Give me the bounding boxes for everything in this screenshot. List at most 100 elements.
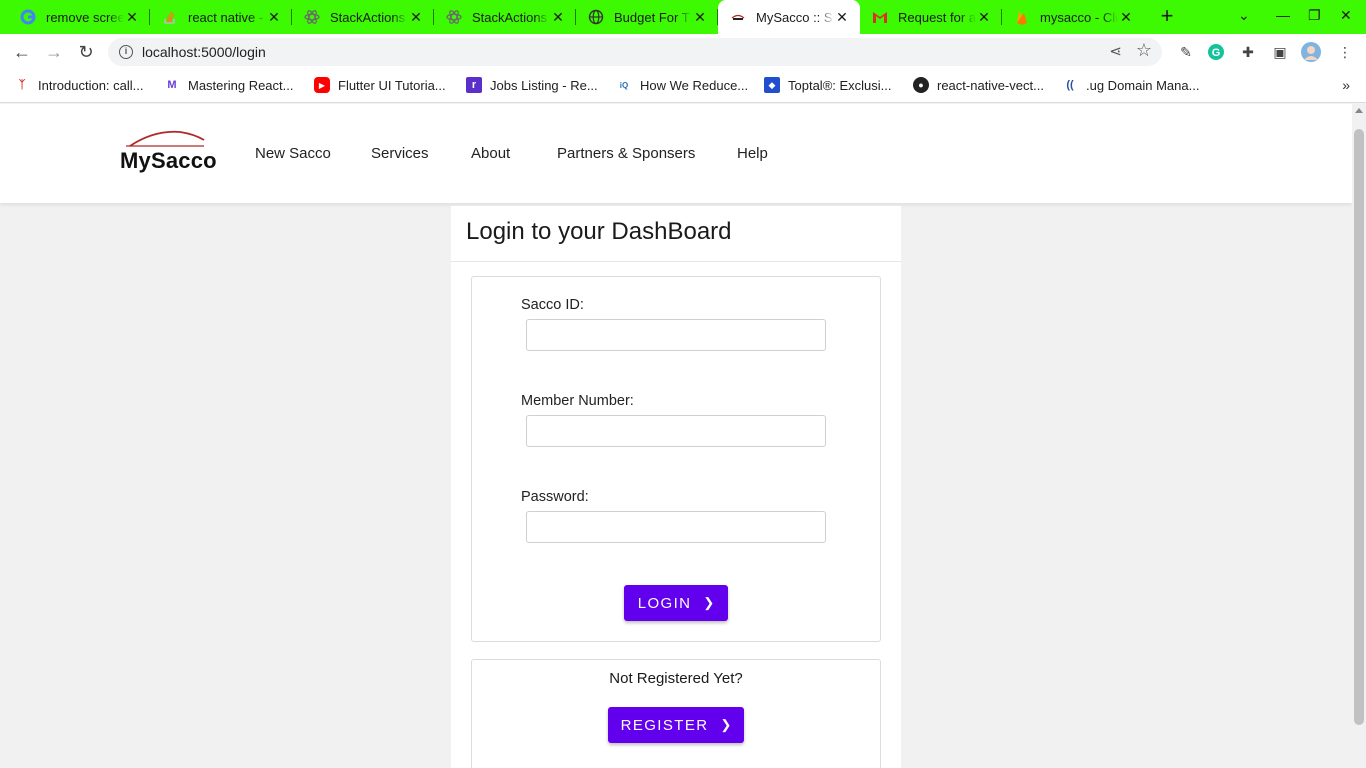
- close-icon[interactable]: ✕: [266, 9, 282, 26]
- tab-title: StackActions: [330, 9, 406, 25]
- tab-0[interactable]: remove scree ✕: [8, 0, 150, 34]
- tab-search-icon[interactable]: ⌄: [1238, 7, 1250, 24]
- react-icon: [304, 9, 320, 25]
- page-scrollbar[interactable]: [1352, 104, 1366, 768]
- profile-avatar[interactable]: [1301, 42, 1321, 62]
- tab-title: StackActions: [472, 9, 548, 25]
- close-icon[interactable]: ✕: [692, 9, 708, 26]
- firebase-icon: [1014, 9, 1030, 25]
- login-panel: Login to your DashBoard Sacco ID: Member…: [451, 206, 901, 768]
- not-registered-text: Not Registered Yet?: [609, 670, 743, 687]
- bookmark-item[interactable]: iQ How We Reduce...: [616, 77, 748, 93]
- globe-icon: [588, 9, 604, 25]
- restore-icon[interactable]: ❐: [1308, 7, 1321, 24]
- tab-title: Request for a: [898, 9, 976, 25]
- new-tab-button[interactable]: +: [1156, 5, 1178, 29]
- register-card: Not Registered Yet? REGISTER ❯: [471, 659, 881, 768]
- reload-icon[interactable]: ↻: [74, 40, 98, 64]
- mysacco-icon: [730, 9, 746, 25]
- menu-kebab-icon[interactable]: ⋮: [1335, 42, 1355, 62]
- tab-title: react native -: [188, 9, 264, 25]
- bookmark-item[interactable]: ● react-native-vect...: [913, 77, 1044, 93]
- page-title: Login to your DashBoard: [466, 218, 732, 245]
- bookmark-item[interactable]: (( .ug Domain Mana...: [1062, 77, 1199, 93]
- tab-strip: remove scree ✕ react native - ✕ StackAct…: [0, 0, 1366, 34]
- sacco-id-label: Sacco ID:: [521, 297, 584, 313]
- site-info-icon[interactable]: i: [119, 45, 133, 59]
- address-bar[interactable]: i localhost:5000/login ⋖ ☆: [108, 38, 1162, 66]
- nav-new-sacco[interactable]: New Sacco: [255, 145, 331, 162]
- password-label: Password:: [521, 489, 589, 505]
- tab-7[interactable]: mysacco - Clo ✕: [1002, 0, 1144, 34]
- bookmark-item[interactable]: ▶ Flutter UI Tutoria...: [314, 77, 446, 93]
- bookmarks-bar: ᛉ Introduction: call... M Mastering Reac…: [0, 70, 1366, 103]
- divider: [451, 261, 901, 262]
- sacco-id-input[interactable]: [526, 319, 826, 351]
- stackoverflow-icon: [162, 9, 178, 25]
- close-icon[interactable]: ✕: [124, 9, 140, 26]
- pen-extension-icon[interactable]: ✎: [1176, 42, 1196, 62]
- bookmark-item[interactable]: r Jobs Listing - Re...: [466, 77, 598, 93]
- tab-3[interactable]: StackActions ✕: [434, 0, 576, 34]
- register-button[interactable]: REGISTER ❯: [608, 707, 744, 743]
- logo-text: MySacco: [120, 148, 217, 173]
- bookmark-antenna-icon: ᛉ: [18, 79, 26, 91]
- tab-title: Budget For T: [614, 9, 690, 25]
- tab-title: remove scree: [46, 9, 124, 25]
- forward-icon[interactable]: →: [42, 40, 66, 64]
- chevron-right-icon: ❯: [703, 595, 715, 610]
- bookmark-item[interactable]: ◆ Toptal®: Exclusi...: [764, 77, 892, 93]
- nav-partners-sponsers[interactable]: Partners & Sponsers: [557, 145, 695, 162]
- close-icon[interactable]: ✕: [550, 9, 566, 26]
- nav-services[interactable]: Services: [371, 145, 429, 162]
- tab-5[interactable]: MySacco :: Sa ✕: [718, 0, 860, 34]
- youtube-icon: ▶: [314, 77, 330, 93]
- svg-text:G: G: [1212, 47, 1221, 59]
- tab-6[interactable]: Request for a ✕: [860, 0, 1002, 34]
- minimize-icon[interactable]: —: [1276, 7, 1290, 23]
- extensions-puzzle-icon[interactable]: ✚: [1238, 42, 1258, 62]
- bookmark-item[interactable]: ᛉ Introduction: call...: [14, 77, 144, 93]
- side-panel-icon[interactable]: ▣: [1270, 42, 1290, 62]
- close-icon[interactable]: ✕: [1118, 9, 1134, 26]
- close-icon[interactable]: ✕: [408, 9, 424, 26]
- close-icon[interactable]: ✕: [834, 9, 850, 26]
- google-icon: [20, 9, 36, 25]
- page-viewport: MySacco New Sacco Services About Partner…: [0, 104, 1352, 768]
- logo-arc-icon: [126, 130, 205, 147]
- more-bookmarks-icon[interactable]: »: [1342, 77, 1350, 93]
- bookmark-star-icon[interactable]: ☆: [1136, 40, 1152, 61]
- tab-2[interactable]: StackActions ✕: [292, 0, 434, 34]
- back-icon[interactable]: ←: [10, 40, 34, 64]
- close-window-icon[interactable]: ✕: [1340, 7, 1352, 24]
- react-icon: [446, 9, 462, 25]
- bookmark-m-icon: M: [167, 79, 177, 91]
- tab-title: MySacco :: Sa: [756, 9, 834, 25]
- ug-domain-icon: ((: [1066, 79, 1074, 91]
- close-icon[interactable]: ✕: [976, 9, 992, 26]
- login-button[interactable]: LOGIN ❯: [624, 585, 728, 621]
- gmail-icon: [872, 9, 888, 25]
- scroll-up-arrow-icon[interactable]: [1355, 108, 1363, 113]
- infoq-icon: iQ: [619, 80, 629, 90]
- tab-4[interactable]: Budget For T ✕: [576, 0, 718, 34]
- tab-1[interactable]: react native - ✕: [150, 0, 292, 34]
- bookmark-r-icon: r: [466, 77, 482, 93]
- register-button-label: REGISTER: [620, 716, 709, 734]
- member-number-input[interactable]: [526, 415, 826, 447]
- url-text[interactable]: localhost:5000/login: [142, 44, 266, 60]
- scrollbar-thumb[interactable]: [1354, 129, 1364, 725]
- chevron-right-icon: ❯: [720, 717, 732, 732]
- site-header: MySacco New Sacco Services About Partner…: [0, 104, 1352, 203]
- member-number-label: Member Number:: [521, 393, 634, 409]
- grammarly-icon[interactable]: G: [1206, 42, 1226, 62]
- toptal-icon: ◆: [764, 77, 780, 93]
- bookmark-item[interactable]: M Mastering React...: [164, 77, 293, 93]
- password-input[interactable]: [526, 511, 826, 543]
- site-logo[interactable]: MySacco: [120, 130, 217, 176]
- browser-toolbar: ← → ↻ i localhost:5000/login ⋖ ☆ ✎ G ✚ ▣…: [0, 34, 1366, 70]
- login-button-label: LOGIN: [637, 594, 692, 612]
- nav-about[interactable]: About: [471, 145, 510, 162]
- nav-help[interactable]: Help: [737, 145, 768, 162]
- share-icon[interactable]: ⋖: [1109, 42, 1122, 60]
